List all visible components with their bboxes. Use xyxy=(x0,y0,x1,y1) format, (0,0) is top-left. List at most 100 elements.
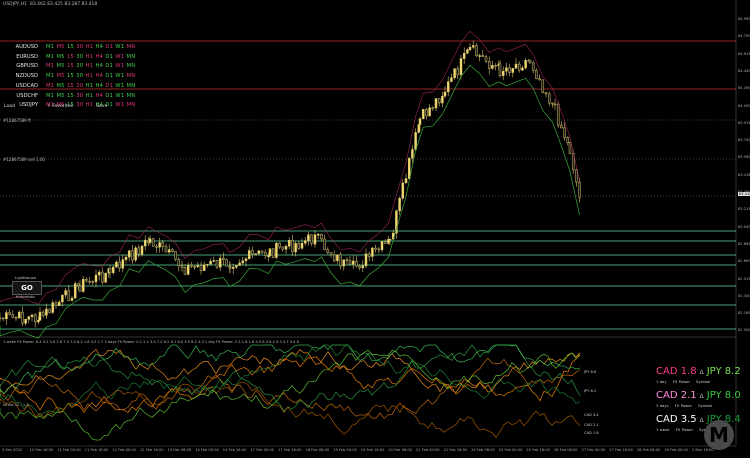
timeframe-button[interactable]: 30 xyxy=(76,63,83,69)
timeframe-button[interactable]: H4 xyxy=(96,73,104,79)
candle-body xyxy=(414,132,417,150)
symbol-name[interactable]: USDCHF xyxy=(14,93,38,99)
strength-subrow: 1 day FX Power Symbol xyxy=(656,379,716,384)
timeframe-button[interactable]: 15 xyxy=(67,44,74,50)
timeframe-buttons: M1 M5 15 30 H1 H4 D1 W1 MN xyxy=(46,83,138,89)
time-tick: 24 Feb 08:00 xyxy=(471,448,495,452)
symbol-name[interactable]: USDCAD xyxy=(14,83,38,89)
go-button[interactable]: GO xyxy=(12,281,42,295)
timeframe-button[interactable]: H1 xyxy=(86,54,94,60)
candle-body xyxy=(528,60,532,64)
save-button[interactable]: Save xyxy=(96,104,107,109)
timeframe-button[interactable]: D1 xyxy=(105,54,113,60)
timeframe-button[interactable]: M5 xyxy=(56,83,64,89)
timeframe-button[interactable]: H4 xyxy=(96,54,104,60)
timeframe-button[interactable]: 15 xyxy=(67,83,74,89)
timeframe-button[interactable]: M5 xyxy=(56,63,64,69)
timeframe-button[interactable]: M5 xyxy=(56,93,64,99)
timeframe-button[interactable]: H1 xyxy=(86,73,94,79)
timeframe-button[interactable]: W1 xyxy=(115,73,124,79)
timeframe-button[interactable]: MN xyxy=(127,93,136,99)
timeframe-button[interactable]: H1 xyxy=(86,83,94,89)
symbol-row[interactable]: GBPUSD M1 M5 15 30 H1 H4 D1 W1 MN xyxy=(0,63,135,72)
timeframe-button[interactable]: D1 xyxy=(105,93,113,99)
timeframe-button[interactable]: H4 xyxy=(96,83,104,89)
timeframe-button[interactable]: 30 xyxy=(76,54,83,60)
timeframe-button[interactable]: W1 xyxy=(115,54,124,60)
timeframe-button[interactable]: M5 xyxy=(56,44,64,50)
symbol-name[interactable]: EURUSD xyxy=(14,54,38,60)
load-button[interactable]: Load xyxy=(4,104,15,109)
timeframe-button[interactable]: H1 xyxy=(86,102,94,108)
timeframe-button[interactable]: W1 xyxy=(115,63,124,69)
timeframe-button[interactable]: 15 xyxy=(67,63,74,69)
timeframe-button[interactable]: 30 xyxy=(76,44,83,50)
strength-source: FX Power xyxy=(672,379,691,384)
timeframe-button[interactable]: H1 xyxy=(86,63,94,69)
candle-body xyxy=(167,249,171,253)
symbol-name[interactable]: NZDUSD xyxy=(14,73,38,79)
time-tick: 11 Feb 00:00 xyxy=(57,448,81,452)
timeframe-button[interactable]: W1 xyxy=(115,102,124,108)
timeframe-button[interactable]: M1 xyxy=(46,93,54,99)
timeframe-button[interactable]: MN xyxy=(127,73,136,79)
timeframe-button[interactable]: H4 xyxy=(96,63,104,69)
timeframe-button[interactable]: H4 xyxy=(96,44,104,50)
timeframe-button[interactable]: M1 xyxy=(46,83,54,89)
timeframe-button[interactable]: MN xyxy=(127,102,136,108)
candle-body xyxy=(180,265,184,268)
symbol-name[interactable]: USDJPY xyxy=(14,102,38,108)
timeframe-button[interactable]: D1 xyxy=(105,73,113,79)
candle-body xyxy=(183,267,187,275)
timeframe-button[interactable]: D1 xyxy=(105,63,113,69)
candle-body xyxy=(428,107,431,117)
timeframe-button[interactable]: W1 xyxy=(115,83,124,89)
timeframe-button[interactable]: H1 xyxy=(86,44,94,50)
timeframe-button[interactable]: H4 xyxy=(96,93,104,99)
strength-symbol-button[interactable]: Symbol xyxy=(696,379,710,384)
timeframe-button[interactable]: 15 xyxy=(67,93,74,99)
favorites-button[interactable]: + Favorites xyxy=(47,104,73,109)
symbol-row[interactable]: EURUSD M1 M5 15 30 H1 H4 D1 W1 MN xyxy=(0,54,135,63)
candle-body xyxy=(563,127,566,138)
symbol-row[interactable]: USDCHF M1 M5 15 30 H1 H4 D1 W1 MN xyxy=(0,93,135,102)
candle-body xyxy=(560,124,563,129)
candle-body xyxy=(297,243,301,249)
strength-symbol-button[interactable]: Symbol xyxy=(698,403,712,408)
timeframe-button[interactable]: MN xyxy=(127,54,136,60)
symbol-row[interactable]: USDCAD M1 M5 15 30 H1 H4 D1 W1 MN xyxy=(0,83,135,92)
timeframe-button[interactable]: W1 xyxy=(115,44,124,50)
candle-body xyxy=(127,250,131,258)
timeframe-button[interactable]: M1 xyxy=(46,73,54,79)
timeframe-button[interactable]: M1 xyxy=(46,54,54,60)
timeframe-button[interactable]: 30 xyxy=(76,102,83,108)
candle-body xyxy=(342,259,346,267)
symbol-row[interactable]: AUDUSD M1 M5 15 30 H1 H4 D1 W1 MN xyxy=(0,44,136,53)
timeframe-button[interactable]: D1 xyxy=(105,83,113,89)
timeframe-button[interactable]: 30 xyxy=(76,73,83,79)
delta-icon: Δ xyxy=(699,393,704,400)
price-tick: 84.965 xyxy=(738,17,750,21)
timeframe-button[interactable]: M1 xyxy=(46,63,54,69)
timeframe-button[interactable]: 15 xyxy=(67,54,74,60)
timeframe-button[interactable]: M5 xyxy=(56,73,64,79)
timeframe-button[interactable]: D1 xyxy=(105,44,113,50)
timeframe-button[interactable]: 30 xyxy=(76,93,83,99)
timeframe-button[interactable]: M5 xyxy=(56,54,64,60)
timeframe-button[interactable]: MN xyxy=(127,83,136,89)
timeframe-button[interactable]: MN xyxy=(127,44,136,50)
candle-body xyxy=(404,178,408,184)
timeframe-button[interactable]: M1 xyxy=(46,44,54,50)
symbol-name[interactable]: GBPUSD xyxy=(14,63,38,69)
candle-body xyxy=(33,314,37,323)
time-tick: 20 Feb 08:00 xyxy=(388,448,412,452)
symbol-row[interactable]: NZDUSD M1 M5 15 30 H1 H4 D1 W1 MN xyxy=(0,73,135,82)
timeframe-button[interactable]: MN xyxy=(127,63,136,69)
timeframe-button[interactable]: H1 xyxy=(86,93,94,99)
timeframe-button[interactable]: W1 xyxy=(115,93,124,99)
timeframe-button[interactable]: 30 xyxy=(76,83,83,89)
candle-body xyxy=(260,250,264,253)
symbol-name[interactable]: AUDUSD xyxy=(14,44,38,50)
candle-body xyxy=(148,238,152,243)
timeframe-button[interactable]: 15 xyxy=(67,73,74,79)
